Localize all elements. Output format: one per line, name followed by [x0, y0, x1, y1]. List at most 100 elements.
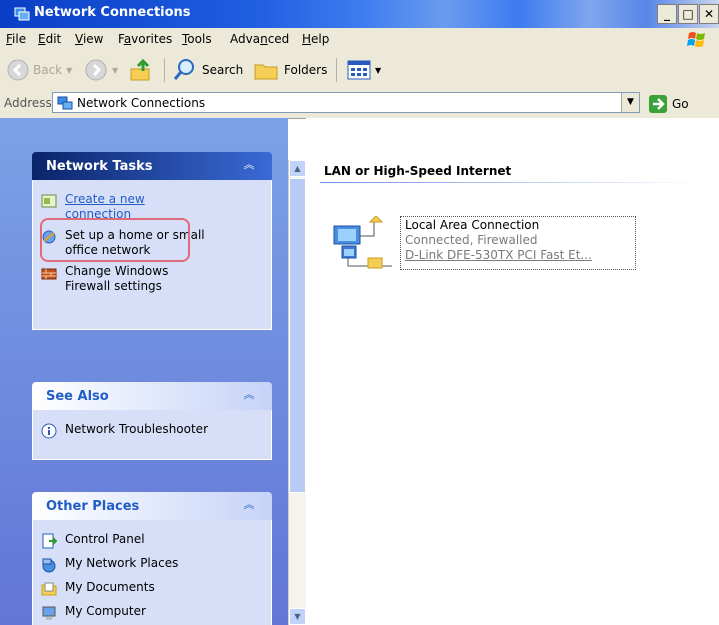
- collapse-chevron-icon[interactable]: ︽: [242, 158, 256, 172]
- other-places-title: Other Places: [46, 499, 140, 514]
- go-button[interactable]: Go: [648, 94, 689, 114]
- menu-favorites[interactable]: Favorites: [118, 32, 172, 46]
- see-also-body: Network Troubleshooter: [32, 410, 272, 460]
- back-arrow-icon: [7, 59, 29, 81]
- forward-dropdown-icon[interactable]: ▼: [112, 66, 118, 75]
- see-also-title: See Also: [46, 389, 109, 404]
- maximize-button[interactable]: □: [678, 4, 698, 24]
- address-bar: Address Network Connections ▼ Go: [0, 88, 719, 119]
- my-documents-label: My Documents: [65, 580, 155, 594]
- computer-icon: [42, 606, 56, 620]
- folders-label: Folders: [284, 63, 328, 77]
- place-my-computer[interactable]: My Computer: [41, 604, 263, 621]
- collapse-chevron-icon[interactable]: ︽: [242, 498, 256, 512]
- folders-button[interactable]: Folders: [252, 56, 327, 84]
- task-firewall-settings[interactable]: Change Windows Firewall settings: [41, 264, 263, 294]
- other-places-body: Control Panel My Network Places My Docum…: [32, 520, 272, 625]
- menu-advanced-mnemonic: n: [260, 32, 268, 46]
- task-pane: Network Tasks ︽ Create a new connection S…: [0, 118, 288, 625]
- forward-button[interactable]: ▼: [84, 56, 118, 84]
- create-connection-line1: Create a new: [65, 192, 145, 206]
- place-control-panel[interactable]: Control Panel: [41, 532, 263, 549]
- window-title: Network Connections: [34, 5, 191, 20]
- connection-label-box: Local Area Connection Connected, Firewal…: [400, 216, 636, 270]
- network-tasks-title: Network Tasks: [46, 159, 153, 174]
- address-dropdown-icon[interactable]: ▼: [621, 93, 639, 112]
- menu-tools-mnemonic: T: [182, 32, 188, 46]
- title-bar[interactable]: Network Connections _ □ ✕: [0, 0, 719, 28]
- minimize-button[interactable]: _: [657, 4, 677, 24]
- task-network-troubleshooter[interactable]: Network Troubleshooter: [41, 422, 263, 439]
- network-places-icon: [42, 558, 56, 573]
- network-tasks-header[interactable]: Network Tasks ︽: [32, 152, 272, 180]
- menu-view-mnemonic: V: [75, 32, 83, 46]
- connection-name: Local Area Connection: [405, 218, 540, 232]
- menu-file[interactable]: File: [6, 32, 26, 46]
- menu-edit[interactable]: Edit: [38, 32, 61, 46]
- task-pane-scrollbar[interactable]: ▲ ▼: [288, 160, 306, 625]
- content-pane: LAN or High-Speed Internet Local Area Co…: [306, 118, 719, 625]
- search-icon: [173, 59, 194, 80]
- address-value: Network Connections: [77, 96, 206, 110]
- control-panel-icon: [42, 533, 57, 549]
- search-label: Search: [202, 63, 244, 77]
- menu-view[interactable]: View: [75, 32, 103, 46]
- place-my-documents[interactable]: My Documents: [41, 580, 263, 597]
- scroll-up-icon[interactable]: ▲: [289, 160, 306, 177]
- menu-help[interactable]: Help: [302, 32, 329, 46]
- address-input[interactable]: Network Connections ▼: [52, 92, 640, 113]
- selection-highlight: [40, 218, 190, 262]
- scroll-thumb[interactable]: [289, 178, 306, 493]
- documents-icon: [41, 582, 57, 596]
- network-troubleshooter-label: Network Troubleshooter: [65, 422, 208, 436]
- views-icon: [347, 60, 371, 80]
- back-button[interactable]: Back ▼: [6, 56, 72, 84]
- scroll-down-icon[interactable]: ▼: [289, 608, 306, 625]
- folders-icon: [254, 64, 278, 80]
- window-controls: _ □ ✕: [656, 4, 719, 24]
- address-label: Address: [4, 96, 52, 110]
- menu-edit-mnemonic: E: [38, 32, 46, 46]
- menu-help-mnemonic: H: [302, 32, 312, 46]
- menu-file-mnemonic: F: [6, 32, 13, 46]
- network-connections-icon: [14, 7, 30, 21]
- firewall-settings-label: Change Windows Firewall settings: [65, 264, 168, 294]
- go-label: Go: [672, 97, 689, 111]
- my-network-places-label: My Network Places: [65, 556, 179, 570]
- menu-bar: File Edit View Favorites Tools Advanced …: [0, 28, 719, 53]
- toolbar-separator: [336, 58, 337, 82]
- windows-logo-icon: [687, 32, 705, 47]
- see-also-panel: See Also ︽ Network Troubleshooter: [32, 382, 272, 460]
- my-computer-label: My Computer: [65, 604, 146, 618]
- views-button[interactable]: ▼: [346, 56, 381, 84]
- connection-device: D-Link DFE-530TX PCI Fast Et...: [405, 248, 592, 262]
- group-divider: [320, 182, 700, 183]
- menu-favorites-mnemonic: a: [123, 32, 132, 46]
- up-folder-icon: [130, 58, 150, 81]
- up-folder-button[interactable]: [128, 56, 154, 84]
- network-connections-icon: [57, 96, 73, 110]
- other-places-header[interactable]: Other Places ︽: [32, 492, 272, 520]
- views-dropdown-icon[interactable]: ▼: [375, 66, 381, 75]
- new-connection-icon: [41, 194, 57, 208]
- group-header: LAN or High-Speed Internet: [324, 164, 512, 178]
- back-dropdown-icon[interactable]: ▼: [66, 66, 72, 75]
- back-label: Back: [33, 63, 63, 77]
- search-button[interactable]: Search: [172, 56, 243, 84]
- toolbar: Back ▼ ▼ Search Folders ▼: [0, 52, 719, 89]
- collapse-chevron-icon[interactable]: ︽: [242, 388, 256, 402]
- firewall-line1: Change Windows: [65, 264, 169, 278]
- close-button[interactable]: ✕: [699, 4, 719, 24]
- info-icon: [41, 423, 57, 439]
- firewall-line2: Firewall settings: [65, 279, 162, 293]
- go-arrow-icon: [649, 95, 667, 113]
- menu-advanced[interactable]: Advanced: [230, 32, 289, 46]
- see-also-header[interactable]: See Also ︽: [32, 382, 272, 410]
- lan-connection-icon: [333, 216, 392, 269]
- place-my-network-places[interactable]: My Network Places: [41, 556, 263, 573]
- firewall-icon: [41, 268, 57, 280]
- other-places-panel: Other Places ︽ Control Panel My Network …: [32, 492, 272, 625]
- local-area-connection-item[interactable]: Local Area Connection Connected, Firewal…: [328, 216, 640, 270]
- menu-tools[interactable]: Tools: [182, 32, 212, 46]
- connection-status: Connected, Firewalled: [405, 233, 538, 247]
